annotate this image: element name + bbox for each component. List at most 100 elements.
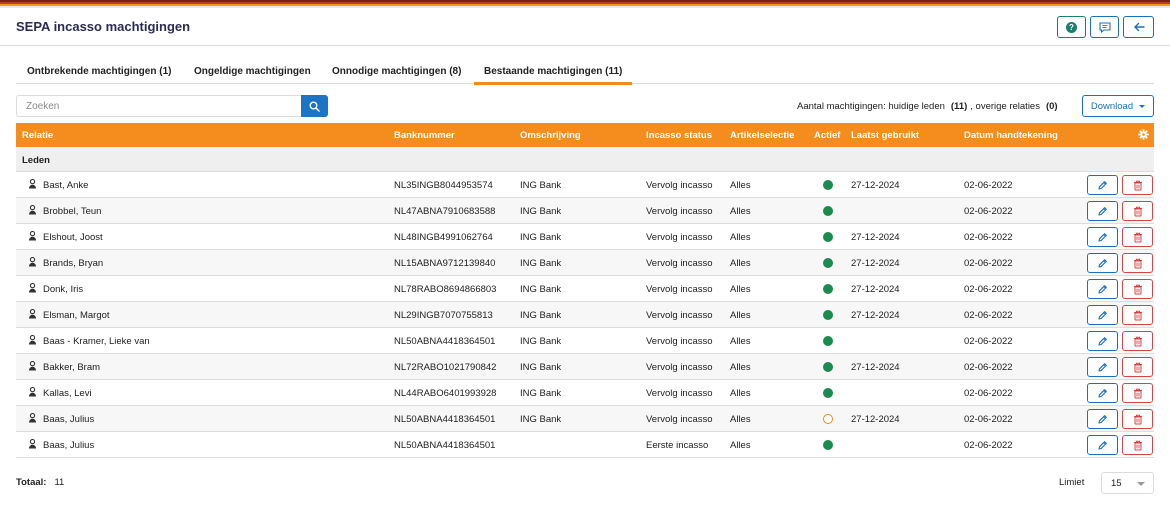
cell-laatst-gebruikt: 27-12-2024	[851, 310, 900, 321]
col-banknummer[interactable]: Banknummer	[394, 130, 455, 141]
trash-icon	[1133, 232, 1143, 243]
table-row[interactable]: Elsman, Margot NL29INGB7070755813 ING Bank…	[16, 302, 1154, 328]
cell-omschrijving: ING Bank	[520, 232, 562, 243]
delete-button[interactable]	[1122, 175, 1153, 195]
active-status-icon	[823, 388, 833, 398]
delete-button[interactable]	[1122, 383, 1153, 403]
cell-datum-handtekening: 02-06-2022	[964, 440, 1013, 451]
cell-artikelselectie: Alles	[730, 180, 751, 191]
help-button[interactable]: ?	[1057, 16, 1086, 38]
cell-banknummer: NL48INGB4991062764	[394, 232, 493, 243]
edit-button[interactable]	[1087, 331, 1118, 351]
cell-datum-handtekening: 02-06-2022	[964, 414, 1013, 425]
col-artikelselectie[interactable]: Artikelselectie	[730, 130, 794, 141]
delete-button[interactable]	[1122, 409, 1153, 429]
col-relatie[interactable]: Relatie	[22, 130, 53, 141]
search-input[interactable]	[16, 95, 302, 117]
table-row[interactable]: Bast, Anke NL35INGB8044953574 ING Bank Verv…	[16, 172, 1154, 198]
cell-artikelselectie: Alles	[730, 440, 751, 451]
edit-button[interactable]	[1087, 409, 1118, 429]
person-icon	[28, 334, 37, 348]
col-laatst-gebruikt[interactable]: Laatst gebruikt	[851, 130, 919, 141]
cell-relatie: Elshout, Joost	[43, 232, 103, 243]
col-incasso-status[interactable]: Incasso status	[646, 130, 712, 141]
group-label: Leden	[22, 155, 50, 166]
message-icon	[1098, 21, 1111, 33]
cell-incasso-status: Vervolg incasso	[646, 414, 713, 425]
cell-artikelselectie: Alles	[730, 284, 751, 295]
edit-button[interactable]	[1087, 383, 1118, 403]
table-row[interactable]: Bakker, Bram NL72RABO1021790842 ING Bank Ve…	[16, 354, 1154, 380]
delete-button[interactable]	[1122, 305, 1153, 325]
active-status-icon	[823, 232, 833, 242]
active-status-icon	[823, 258, 833, 268]
table-row[interactable]: Baas, Julius NL50ABNA4418364501 ING Bank Ve…	[16, 406, 1154, 432]
active-status-icon	[823, 336, 833, 346]
table-row[interactable]: Brobbel, Teun NL47ABNA7910683588 ING Bank V…	[16, 198, 1154, 224]
cell-datum-handtekening: 02-06-2022	[964, 388, 1013, 399]
cell-relatie: Bakker, Bram	[43, 362, 101, 373]
delete-button[interactable]	[1122, 227, 1153, 247]
cell-omschrijving: ING Bank	[520, 362, 562, 373]
col-datum-handtekening[interactable]: Datum handtekening	[964, 130, 1058, 141]
edit-button[interactable]	[1087, 305, 1118, 325]
active-status-icon	[823, 440, 833, 450]
edit-button[interactable]	[1087, 357, 1118, 377]
summary-middle: , overige relaties	[970, 101, 1040, 112]
cell-artikelselectie: Alles	[730, 414, 751, 425]
mandates-table: Relatie Banknummer Omschrijving Incasso …	[16, 123, 1154, 458]
table-row[interactable]: Kallas, Levi NL44RABO6401993928 ING Bank Ve…	[16, 380, 1154, 406]
delete-button[interactable]	[1122, 357, 1153, 377]
group-row-leden: Leden	[16, 147, 1154, 172]
limit-select[interactable]: 15	[1101, 472, 1154, 494]
edit-button[interactable]	[1087, 201, 1118, 221]
gear-icon[interactable]	[1138, 129, 1149, 140]
delete-button[interactable]	[1122, 331, 1153, 351]
person-icon	[28, 438, 37, 452]
col-omschrijving[interactable]: Omschrijving	[520, 130, 581, 141]
limit-value: 15	[1111, 477, 1122, 489]
edit-button[interactable]	[1087, 435, 1118, 455]
tab-onnodige[interactable]: Onnodige machtigingen (8)	[332, 66, 461, 77]
person-icon	[28, 308, 37, 322]
search-button[interactable]	[301, 95, 328, 117]
col-actief[interactable]: Actief	[814, 130, 840, 141]
table-row[interactable]: Donk, Iris NL78RABO8694866803 ING Bank Verv…	[16, 276, 1154, 302]
trash-icon	[1133, 336, 1143, 347]
edit-button[interactable]	[1087, 227, 1118, 247]
person-icon	[28, 256, 37, 270]
tab-ontbrekende[interactable]: Ontbrekende machtigingen (1)	[27, 66, 171, 77]
delete-button[interactable]	[1122, 279, 1153, 299]
trash-icon	[1133, 206, 1143, 217]
cell-relatie: Brands, Bryan	[43, 258, 104, 269]
table-row[interactable]: Brands, Bryan NL15ABNA9712139840 ING Bank V…	[16, 250, 1154, 276]
trash-icon	[1133, 362, 1143, 373]
delete-button[interactable]	[1122, 435, 1153, 455]
table-row[interactable]: Baas - Kramer, Lieke van NL50ABNA44183645…	[16, 328, 1154, 354]
cell-relatie: Baas, Julius	[43, 414, 95, 425]
tab-ongeldige[interactable]: Ongeldige machtigingen	[194, 66, 311, 77]
others-count: (0)	[1045, 101, 1058, 112]
cell-banknummer: NL44RABO6401993928	[394, 388, 497, 399]
person-icon	[28, 178, 37, 192]
pencil-icon	[1097, 414, 1108, 425]
delete-button[interactable]	[1122, 253, 1153, 273]
trash-icon	[1133, 310, 1143, 321]
cell-artikelselectie: Alles	[730, 310, 751, 321]
tab-bestaande[interactable]: Bestaande machtigingen (11)	[474, 66, 633, 85]
pencil-icon	[1097, 310, 1108, 321]
delete-button[interactable]	[1122, 201, 1153, 221]
edit-button[interactable]	[1087, 175, 1118, 195]
cell-relatie: Baas, Julius	[43, 440, 95, 451]
pencil-icon	[1097, 232, 1108, 243]
active-status-icon	[823, 362, 833, 372]
table-row[interactable]: Elshout, Joost NL48INGB4991062764 ING Bank…	[16, 224, 1154, 250]
edit-button[interactable]	[1087, 279, 1118, 299]
message-button[interactable]	[1090, 16, 1119, 38]
table-row[interactable]: Baas, Julius NL50ABNA4418364501 Eerste inc…	[16, 432, 1154, 458]
total-value: 11	[54, 477, 65, 488]
cell-incasso-status: Vervolg incasso	[646, 284, 713, 295]
edit-button[interactable]	[1087, 253, 1118, 273]
back-button[interactable]	[1123, 16, 1154, 38]
download-button[interactable]: Download	[1082, 95, 1154, 117]
